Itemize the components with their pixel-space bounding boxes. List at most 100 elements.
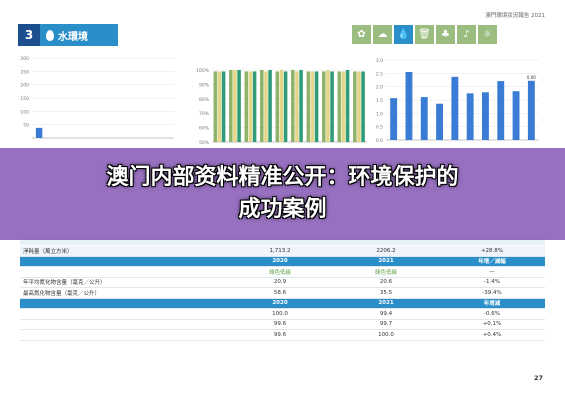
bar-series1-1: [233, 70, 237, 142]
cell-label: 年平均氮化物含量（毫克／公升）: [20, 277, 227, 288]
y-tick-label: 3.0: [376, 58, 383, 64]
tree-icon: ♣: [436, 25, 455, 44]
table-row: 淨耗量（萬立方米） 1,713.2 2206.2 +28.8%: [20, 246, 545, 257]
y-tick-label: 100: [20, 109, 29, 115]
bar-8: [512, 91, 520, 140]
bar-series0-2: [244, 71, 249, 142]
cell-v2020: 20.9: [227, 277, 333, 288]
sound-icon: ♪: [457, 25, 476, 44]
bar-series1-6: [310, 71, 315, 142]
chart-right-svg: 3.0 2.5 2.0 1.5 1.0 0.5 0.0 0.00: [376, 58, 539, 144]
trash-icon: 🗑: [415, 25, 434, 44]
bar-series0-8: [337, 71, 342, 142]
bar-series0-7: [322, 71, 326, 142]
bar-series2-4: [283, 71, 288, 142]
bar-3: [436, 103, 443, 140]
cell-change: -0.6%: [439, 308, 545, 320]
bar-series2-8: [345, 70, 350, 142]
cell-v2020: 99.6: [227, 319, 333, 330]
bar-series0-5: [291, 70, 295, 142]
bar-series0-0: [213, 71, 218, 142]
bar-series1-8: [341, 71, 346, 142]
bar-series2-7: [330, 71, 334, 142]
bar-series1-2: [248, 71, 253, 142]
table-row: 99.6 99.7 +0.1%: [20, 319, 545, 330]
y-tick-label: 70%: [199, 111, 210, 117]
cell-v2021: 35.5: [333, 287, 439, 299]
y-tick-label: 2.5: [376, 71, 383, 77]
y-tick-label: 50%: [199, 140, 210, 146]
bar-series2-9: [361, 71, 365, 142]
cell-v2021: 99.7: [333, 319, 439, 330]
data-label: 0.00: [527, 75, 536, 80]
cell-label: [20, 319, 227, 330]
cell-v2020: 2020: [227, 298, 333, 309]
cell-change: —: [439, 266, 545, 278]
cell-v2020: 100.0: [227, 308, 333, 320]
bar-4: [451, 76, 459, 140]
cell-v2021: 99.4: [333, 308, 439, 320]
cell-v2021: 20.6: [333, 277, 439, 288]
report-page: 3 水環境 澳門環境狀況報告 2021 ✿ ☁ 💧 🗑 ♣ ♪ ☼ 300 250 200 150…: [0, 0, 565, 400]
water-drop-icon: [46, 29, 54, 41]
bar-series0-9: [353, 71, 357, 142]
cell-v2020: 2020: [227, 256, 333, 267]
chart-middle: 100% 90% 80% 70% 60% 50%: [196, 60, 371, 150]
cell-change: -39.4%: [439, 287, 545, 299]
cell-v2020: 1,713.2: [227, 246, 333, 257]
banner-line-2: 成功案例: [238, 197, 327, 222]
y-tick-label: 50: [23, 123, 29, 129]
y-tick-label: 0.5: [376, 125, 383, 131]
cell-v2020: 58.6: [227, 287, 333, 299]
bar-series0-6: [306, 71, 311, 142]
cell-label: 最高氮化物含量（毫克／公升）: [20, 287, 227, 299]
cloud-icon: ☁: [373, 25, 392, 44]
bar-9: [527, 80, 535, 140]
cell-v2021: 2021: [333, 256, 439, 267]
report-title: 澳門環境狀況報告 2021: [485, 13, 545, 19]
bar-series0-3: [260, 70, 264, 142]
bar-7: [497, 81, 505, 140]
y-tick-label: 90%: [199, 82, 210, 88]
cell-change: 年增減: [439, 298, 545, 309]
cell-v2021: 2021: [333, 298, 439, 309]
bar-series2-3: [268, 70, 272, 142]
sun-icon: ☼: [478, 25, 497, 44]
bar-2: [420, 97, 428, 140]
bar-series1-5: [295, 71, 299, 142]
y-tick-label: 1.5: [376, 98, 383, 104]
cell-change: +0.4%: [439, 329, 545, 341]
y-tick-label: 60%: [199, 126, 210, 132]
cell-label: [20, 329, 227, 341]
chapter-number: 3: [18, 24, 40, 46]
bar-series1-0: [217, 71, 222, 142]
cell-v2021: 綠色低級: [333, 266, 439, 278]
bar-series2-5: [299, 70, 303, 142]
chart-left-svg: 300 250 200 150 100 50: [20, 56, 174, 139]
promo-banner-text: 澳门内部资料精准公开：环境保护的 成功案例: [0, 162, 565, 226]
cell-v2020: 綠色低級: [227, 266, 333, 278]
water-icon: 💧: [394, 25, 413, 44]
bar-series0-1: [229, 70, 233, 142]
cell-v2021: 2206.2: [333, 246, 439, 257]
bar-series1-3: [264, 71, 268, 142]
cell-v2020: 99.6: [227, 329, 333, 341]
cell-label: 淨耗量（萬立方米）: [20, 246, 227, 257]
chapter-title: 水環境: [58, 31, 88, 43]
chapter-title-box: 水環境: [40, 24, 118, 46]
topic-icon-bar: ✿ ☁ 💧 🗑 ♣ ♪ ☼: [352, 25, 497, 44]
cell-change: -1.4%: [439, 277, 545, 288]
chart-right: 3.0 2.5 2.0 1.5 1.0 0.5 0.0 0.00: [372, 54, 547, 150]
page-number: 27: [533, 374, 543, 382]
y-tick-label: 0.0: [376, 138, 383, 144]
y-tick-label: 250: [20, 69, 29, 75]
banner-line-1: 澳门内部资料精准公开：环境保护的: [106, 165, 459, 190]
bar-series1-7: [326, 70, 330, 142]
cell-label: [20, 256, 227, 267]
water-quality-table: 淨耗量（萬立方米） 1,713.2 2206.2 +28.8% 2020 2021 年增／減…: [20, 246, 545, 341]
table-row: 100.0 99.4 -0.6%: [20, 308, 545, 320]
cell-change: +0.1%: [439, 319, 545, 330]
bar-series1-9: [357, 71, 361, 142]
bar-series2-0: [221, 71, 226, 142]
cell-label: [20, 298, 227, 309]
